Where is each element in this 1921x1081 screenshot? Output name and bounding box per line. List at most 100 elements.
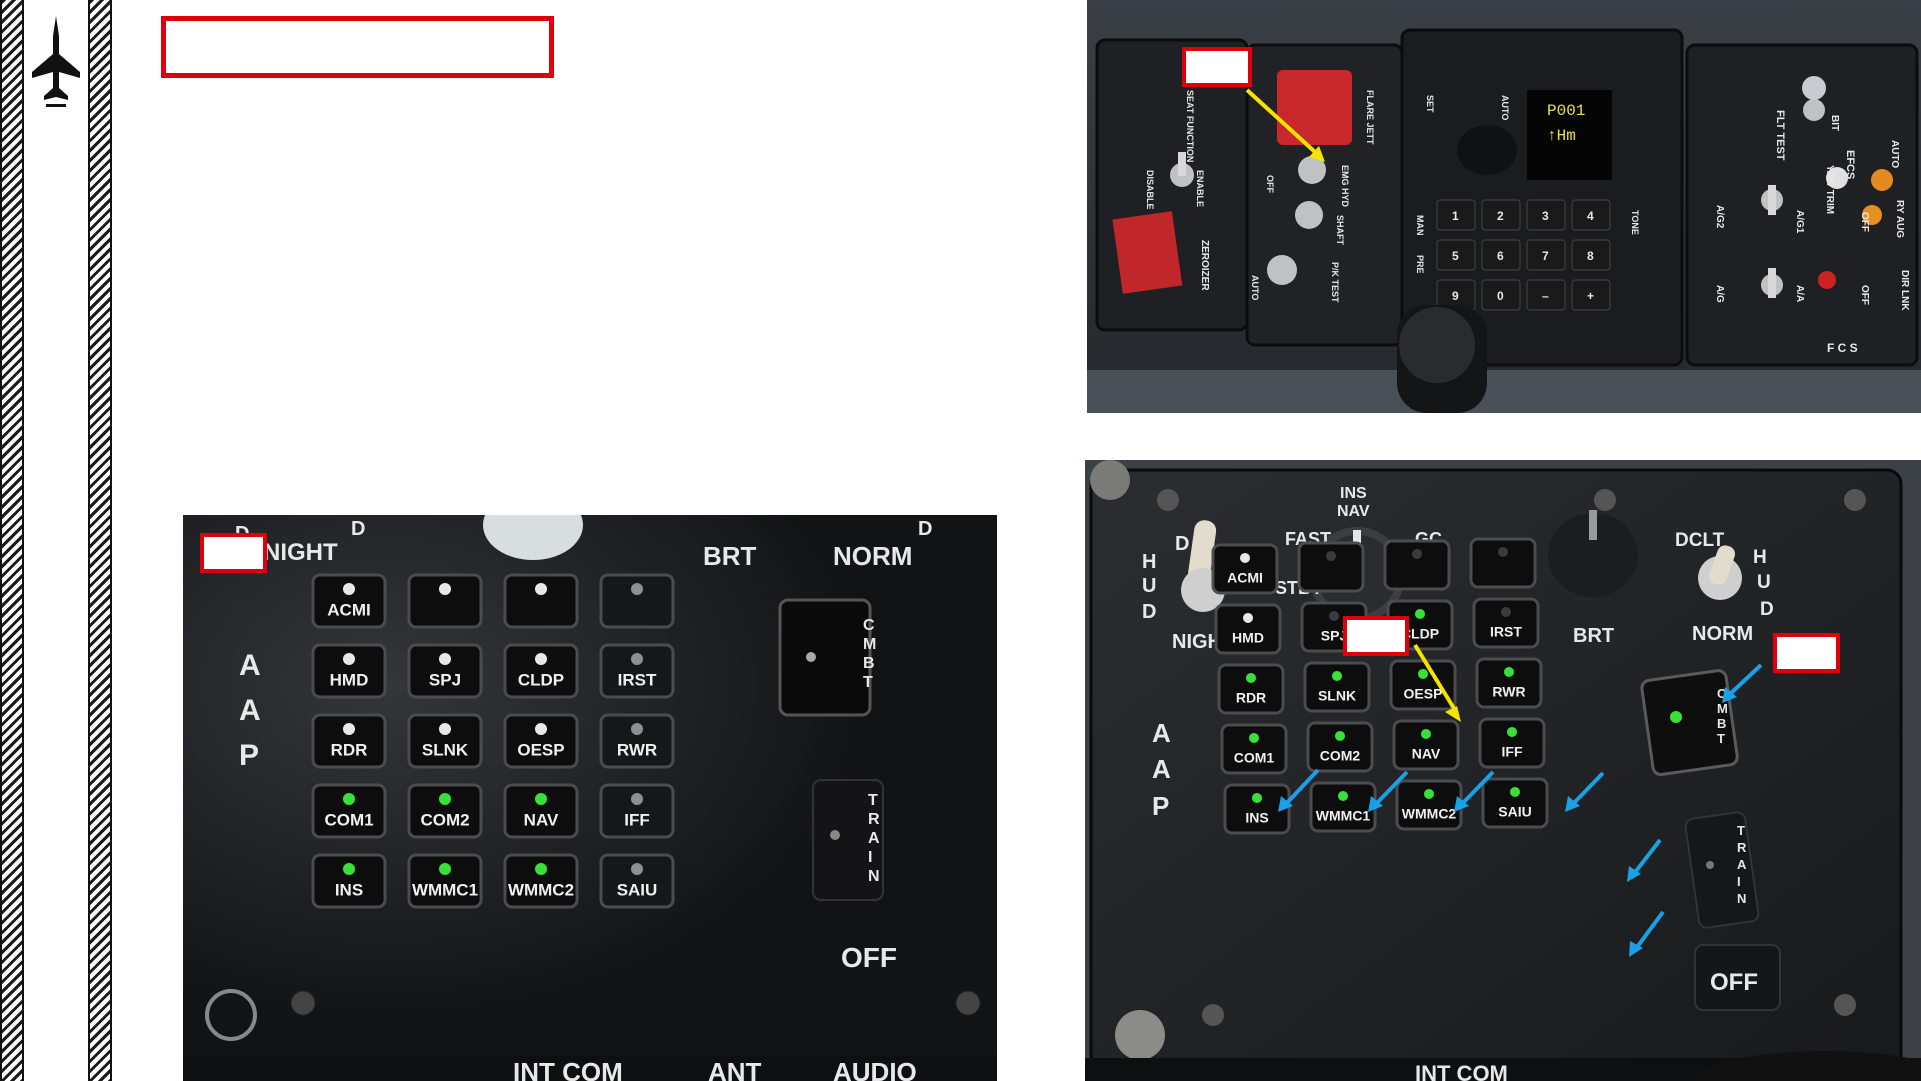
led-indicator	[631, 793, 643, 806]
led-indicator	[535, 653, 547, 666]
key-1: 1	[1452, 209, 1459, 223]
key-7: 7	[1542, 249, 1549, 263]
auto-label: AUTO	[1889, 140, 1900, 168]
key-9: 9	[1452, 289, 1459, 303]
aap-key-label: NAV	[524, 811, 559, 830]
aap-key-label: OESP	[1404, 685, 1443, 701]
aap-key-label: SAIU	[617, 881, 658, 900]
led-indicator	[1332, 670, 1342, 681]
aap-key-label: RDR	[1236, 689, 1266, 705]
led-indicator	[1504, 666, 1514, 677]
led-indicator	[1501, 606, 1511, 617]
led-indicator	[343, 863, 355, 876]
led-indicator	[343, 583, 355, 596]
led-indicator	[439, 723, 451, 736]
aap-key-label: RWR	[617, 741, 657, 760]
aap-r-3: P	[1152, 791, 1169, 821]
d-label-3: D	[918, 518, 932, 540]
aap-letter-1: A	[239, 649, 261, 682]
aap-key-label: WMMC2	[1402, 805, 1457, 821]
aap-closeup-photo: D D NIGHT BRT NORM D A A P ACMIHMDSPJCLD…	[183, 515, 997, 1081]
hud-right-d: D	[1760, 599, 1774, 620]
aap-key-label: CLDP	[518, 671, 564, 690]
jet-icon	[32, 16, 80, 107]
norm-label-right: NORM	[1692, 623, 1753, 645]
aap-key-blank[interactable]	[1469, 537, 1537, 589]
audio-label: AUDIO	[833, 1057, 917, 1081]
aap-key-label: INS	[335, 881, 363, 900]
cmbt-button[interactable]	[778, 598, 872, 717]
led-indicator	[1249, 732, 1259, 743]
cockpit-side-panel-photo: P001 ↑Hm FLT TEST BIT EFCS YAW TRIM AUTO…	[1087, 0, 1921, 413]
norm-label: NORM	[833, 541, 912, 571]
aap-key-blank[interactable]	[1383, 539, 1451, 591]
led-indicator	[1424, 788, 1434, 799]
title-box	[161, 16, 554, 78]
aap-key-label: SAIU	[1498, 803, 1531, 819]
efcs-label: EFCS	[1844, 150, 1856, 179]
led-indicator	[1421, 728, 1431, 739]
led-indicator	[1329, 610, 1339, 621]
led-indicator	[631, 863, 643, 876]
aap-key-blank[interactable]	[599, 573, 675, 629]
led-indicator	[1240, 552, 1250, 563]
man-label: MAN	[1415, 215, 1425, 236]
hud-right-h: H	[1753, 547, 1767, 568]
int-com-label-right: INT COM	[1415, 1061, 1508, 1081]
aap-key-label: WMMC2	[508, 881, 574, 900]
disable-label: DISABLE	[1145, 170, 1155, 210]
led-indicator	[535, 793, 547, 806]
aap-key-label: IRST	[618, 671, 657, 690]
ins-label: INS	[1340, 485, 1367, 502]
int-com-label: INT COM	[513, 1057, 623, 1081]
aap-key-label: IFF	[1502, 743, 1523, 759]
aap-r-1: A	[1152, 718, 1171, 748]
led-indicator	[439, 583, 451, 596]
aa-label: A/A	[1794, 285, 1805, 302]
off-label-right: OFF	[1710, 969, 1758, 996]
aap-key-label: COM1	[1234, 749, 1275, 765]
key-0: 0	[1497, 289, 1504, 303]
led-indicator	[631, 723, 643, 736]
hud-right-u: U	[1757, 572, 1771, 593]
key-plus: +	[1587, 289, 1594, 303]
aap-key-blank[interactable]	[1297, 541, 1365, 593]
flt-test-label: FLT TEST	[1774, 110, 1786, 161]
callout-box-right-2	[1773, 633, 1840, 673]
flare-jett-label: FLARE JETT	[1365, 90, 1375, 145]
key-minus: –	[1542, 289, 1549, 303]
led-indicator	[1507, 726, 1517, 737]
led-indicator	[1335, 730, 1345, 741]
fcs-label: F C S	[1827, 341, 1858, 355]
key-2: 2	[1497, 209, 1504, 223]
aap-key-label: SLNK	[422, 741, 469, 760]
aap-panel-photo: H U D D M F D NIGHT INS NAV FAST GC STBY	[1085, 460, 1921, 1081]
aap-key-label: NAV	[1412, 745, 1441, 761]
aap-key-blank[interactable]	[407, 573, 483, 629]
led-indicator	[535, 583, 547, 596]
led-indicator	[1498, 546, 1508, 557]
aap-r-2: A	[1152, 754, 1171, 784]
aap-key-label: IFF	[624, 811, 650, 830]
brt-label-right: BRT	[1573, 625, 1614, 647]
aap-key-label: HMD	[1232, 629, 1264, 645]
led-indicator	[439, 863, 451, 876]
ag-label: A/G	[1714, 285, 1725, 303]
aap-letter-3: P	[239, 739, 259, 772]
yaw-trim-label: YAW TRIM	[1824, 165, 1835, 214]
aap-key-label: RDR	[331, 741, 368, 760]
aap-key-label: OESP	[517, 741, 564, 760]
aap-letter-2: A	[239, 694, 261, 727]
led-indicator	[1338, 790, 1348, 801]
aap-key-label: RWR	[1492, 683, 1525, 699]
bit-label: BIT	[1829, 115, 1840, 131]
set-label: SET	[1425, 95, 1435, 113]
ag1-label: A/G1	[1794, 210, 1805, 234]
hud-left-d: D	[1142, 601, 1156, 623]
ag2-label: A/G2	[1714, 205, 1725, 229]
hud-left-u: U	[1142, 575, 1156, 597]
aap-key-blank[interactable]	[503, 573, 579, 629]
led-indicator	[1243, 612, 1253, 623]
callout-box-top	[1182, 47, 1252, 87]
auto-label-2: AUTO	[1250, 275, 1260, 300]
